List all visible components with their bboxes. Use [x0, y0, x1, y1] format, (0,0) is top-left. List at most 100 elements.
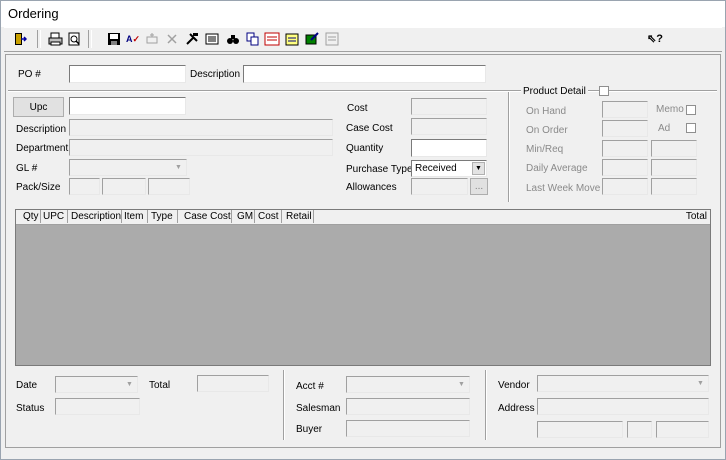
ad-label: Ad — [658, 123, 671, 134]
chevron-down-icon[interactable]: ▼ — [455, 378, 468, 391]
size-unit-field — [148, 178, 190, 195]
chevron-down-icon[interactable]: ▼ — [694, 377, 707, 390]
tools-icon[interactable] — [183, 30, 201, 48]
product-detail-title: Product Detail — [521, 86, 588, 97]
add-item-icon[interactable] — [143, 30, 161, 48]
title-bar: Ordering — [1, 1, 725, 27]
salesman-label: Salesman — [296, 403, 341, 414]
allowances-field — [411, 178, 468, 195]
column-header-item[interactable]: Item — [124, 211, 143, 222]
memo-checkbox[interactable] — [686, 105, 696, 115]
po-description-input[interactable] — [243, 65, 486, 83]
acct-label: Acct # — [296, 381, 324, 392]
department-field — [69, 139, 333, 156]
item-description-label: Description — [16, 124, 67, 135]
chevron-down-icon[interactable]: ▼ — [123, 378, 136, 391]
address-field — [537, 398, 709, 415]
purchase-type-label: Purchase Type — [346, 164, 413, 175]
column-separator[interactable] — [177, 210, 178, 223]
case-cost-field — [411, 118, 487, 135]
footer-divider-1 — [283, 370, 285, 440]
po-number-input[interactable] — [69, 65, 186, 83]
upc-input[interactable] — [69, 97, 186, 115]
chevron-down-icon[interactable]: ▼ — [472, 162, 485, 175]
print-preview-icon[interactable] — [65, 30, 83, 48]
address-label: Address — [498, 403, 535, 414]
cost-label: Cost — [347, 103, 368, 114]
column-separator[interactable] — [147, 210, 148, 223]
item-description-field — [69, 119, 333, 136]
copy-icon[interactable] — [244, 30, 262, 48]
acct-select[interactable]: ▼ — [346, 376, 470, 393]
ad-checkbox[interactable] — [686, 123, 696, 133]
column-header-upc[interactable]: UPC — [43, 211, 64, 222]
product-detail-checkbox[interactable] — [599, 86, 609, 96]
status-label: Status — [16, 403, 45, 414]
import-icon[interactable] — [263, 30, 281, 48]
column-separator[interactable] — [231, 210, 232, 223]
section-divider — [8, 90, 717, 92]
city-field — [537, 421, 623, 438]
column-header-retail[interactable]: Retail — [286, 211, 312, 222]
details-icon[interactable] — [203, 30, 221, 48]
purchase-type-select[interactable]: Received ▼ — [411, 160, 487, 177]
po-label: PO # — [18, 69, 41, 80]
date-label: Date — [16, 380, 38, 391]
gl-select[interactable]: ▼ — [69, 159, 187, 176]
help-icon[interactable]: ⇖? — [646, 30, 664, 48]
chevron-down-icon[interactable]: ▼ — [172, 161, 185, 174]
edit-icon[interactable] — [303, 30, 321, 48]
column-header-case-cost[interactable]: Case Cost — [184, 211, 231, 222]
find-icon[interactable] — [224, 30, 242, 48]
column-header-description[interactable]: Description — [71, 211, 121, 222]
zip-field — [656, 421, 709, 438]
last-week-move-label: Last Week Move — [526, 183, 601, 194]
pack-field — [69, 178, 100, 195]
column-separator[interactable] — [40, 210, 41, 223]
req-field — [651, 140, 697, 157]
allowances-label: Allowances — [346, 182, 397, 193]
purchase-type-value: Received — [415, 163, 457, 174]
memo-label: Memo — [656, 104, 684, 115]
quantity-label: Quantity — [346, 143, 384, 154]
toolbar-separator — [88, 30, 92, 48]
buyer-label: Buyer — [296, 424, 323, 435]
exit-icon[interactable] — [11, 30, 29, 48]
allowances-button[interactable]: ... — [470, 178, 488, 195]
buyer-field — [346, 420, 470, 437]
list-icon[interactable] — [323, 30, 341, 48]
footer-divider-2 — [485, 370, 487, 440]
min-req-label: Min/Req — [526, 144, 564, 155]
vendor-label: Vendor — [498, 380, 530, 391]
column-header-cost[interactable]: Cost — [258, 211, 279, 222]
daily-average-field-1 — [602, 159, 648, 176]
column-separator[interactable] — [67, 210, 68, 223]
delete-item-icon[interactable] — [163, 30, 181, 48]
last-week-move-field-1 — [602, 178, 648, 195]
state-field — [627, 421, 652, 438]
column-header-gm[interactable]: GM — [237, 211, 253, 222]
toolbar-separator — [37, 30, 41, 48]
column-header-type[interactable]: Type — [151, 211, 173, 222]
vendor-select[interactable]: ▼ — [537, 375, 709, 392]
order-items-grid[interactable]: Qty UPC Description Item Type Case Cost … — [15, 209, 711, 366]
column-separator[interactable] — [281, 210, 282, 223]
column-header-total[interactable]: Total — [686, 211, 707, 222]
upc-button[interactable]: Upc — [13, 97, 64, 117]
total-label: Total — [149, 380, 171, 391]
on-order-label: On Order — [526, 125, 568, 136]
column-header-qty[interactable]: Qty — [23, 211, 39, 222]
notes-icon[interactable] — [283, 30, 301, 48]
column-separator[interactable] — [121, 210, 122, 223]
column-separator[interactable] — [313, 210, 314, 223]
window-title: Ordering — [8, 6, 59, 21]
column-separator[interactable] — [254, 210, 255, 223]
daily-average-field-2 — [651, 159, 697, 176]
spell-check-icon[interactable]: A✓ — [124, 30, 142, 48]
save-icon[interactable] — [105, 30, 123, 48]
print-icon[interactable] — [46, 30, 64, 48]
quantity-input[interactable] — [411, 139, 487, 157]
total-field — [197, 375, 269, 392]
po-description-label: Description — [190, 69, 241, 80]
date-select[interactable]: ▼ — [55, 376, 138, 393]
